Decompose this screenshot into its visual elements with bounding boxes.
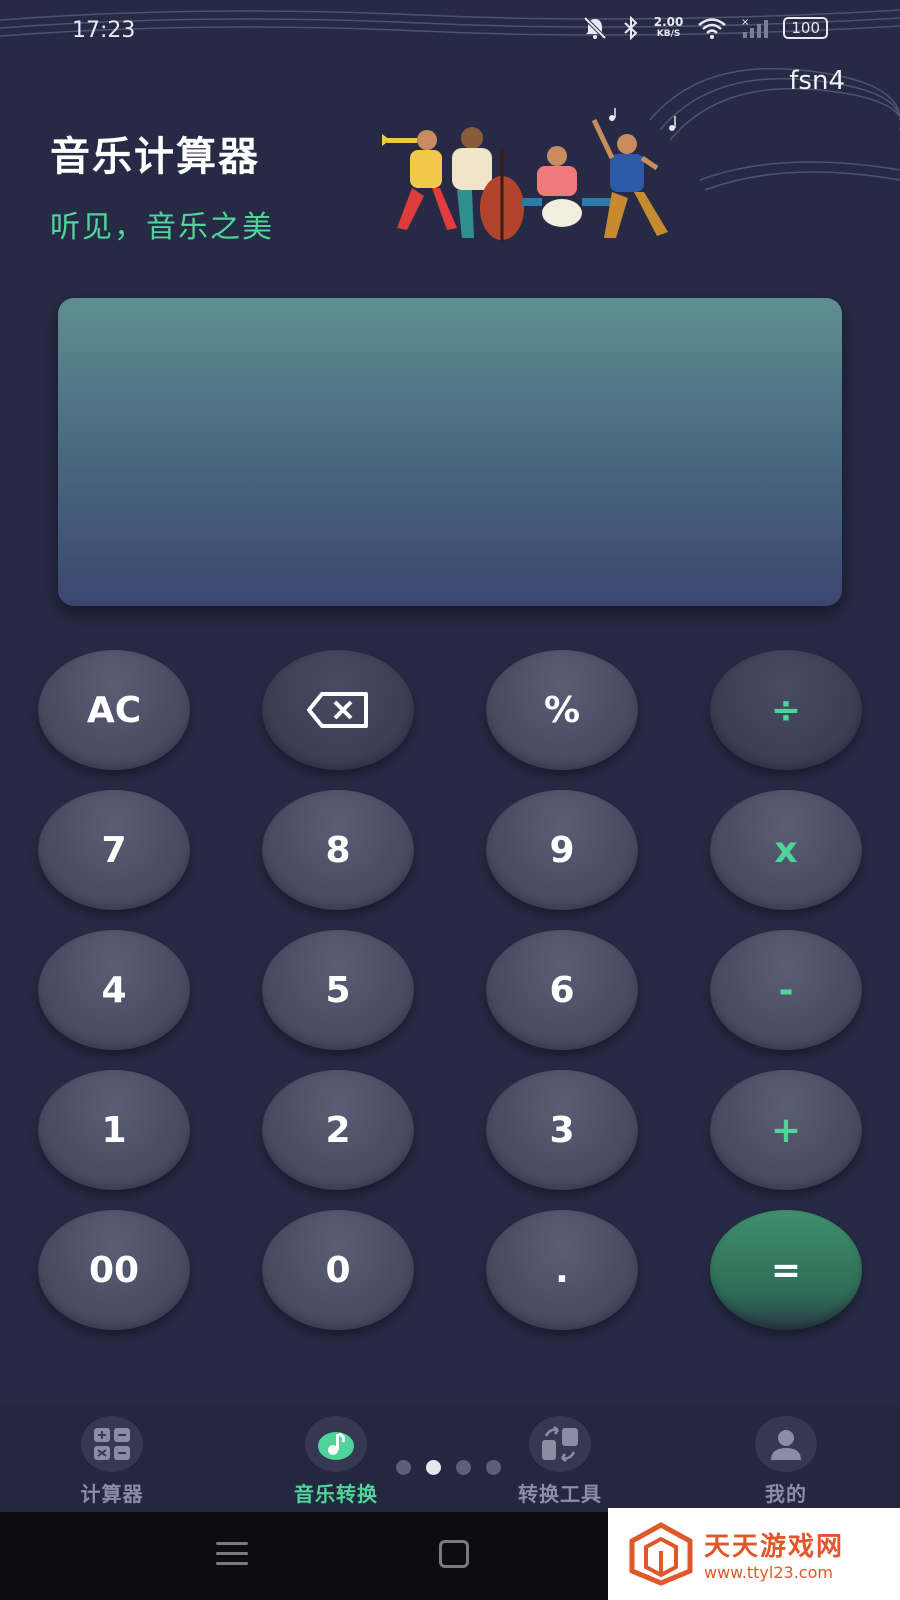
- status-icons: 2.00 KB/S × 100: [582, 16, 828, 40]
- page-dot-active[interactable]: [426, 1460, 441, 1475]
- key-9[interactable]: 9: [486, 790, 638, 910]
- net-speed: 2.00 KB/S: [654, 16, 684, 40]
- key-divide[interactable]: ÷: [710, 650, 862, 770]
- page-dot[interactable]: [396, 1460, 411, 1475]
- music-note-icon: [305, 1416, 367, 1472]
- key-minus[interactable]: -: [710, 930, 862, 1050]
- singer-figure: [591, 118, 668, 238]
- trumpet-player-figure: [382, 130, 457, 230]
- bottom-nav: 计算器 音乐转换 转换工具 我的: [0, 1404, 900, 1512]
- convert-icon: [529, 1416, 591, 1472]
- backspace-icon: [307, 692, 368, 728]
- profile-icon: [755, 1416, 817, 1472]
- key-decimal[interactable]: .: [486, 1210, 638, 1330]
- status-time: 17:23: [72, 18, 136, 43]
- page-dot[interactable]: [486, 1460, 501, 1475]
- band-illustration: [382, 108, 676, 243]
- music-notes-decoration: [609, 108, 676, 131]
- net-speed-unit: KB/S: [656, 29, 681, 39]
- svg-text:×: ×: [741, 17, 749, 28]
- key-3[interactable]: 3: [486, 1070, 638, 1190]
- key-ac[interactable]: AC: [38, 650, 190, 770]
- key-multiply[interactable]: x: [710, 790, 862, 910]
- page-dot[interactable]: [456, 1460, 471, 1475]
- signal-icon: ×: [741, 17, 769, 38]
- app-title: 音乐计算器: [50, 134, 260, 180]
- key-equals[interactable]: =: [710, 1210, 862, 1330]
- calculator-display: [58, 298, 842, 606]
- battery-indicator: 100: [783, 17, 828, 39]
- key-0[interactable]: 0: [262, 1210, 414, 1330]
- nav-label-convert-tools: 转换工具: [518, 1482, 602, 1506]
- user-name[interactable]: fsn4: [789, 66, 845, 96]
- page-indicator: [396, 1460, 501, 1475]
- nav-item-profile[interactable]: 我的: [726, 1416, 846, 1507]
- net-speed-value: 2.00: [653, 15, 684, 29]
- nav-item-calculator[interactable]: 计算器: [52, 1416, 172, 1507]
- watermark: 天天游戏网 www.ttyl23.com: [608, 1508, 900, 1600]
- menu-icon[interactable]: [216, 1542, 248, 1572]
- key-7[interactable]: 7: [38, 790, 190, 910]
- wifi-icon: [698, 18, 727, 39]
- nav-item-music-convert[interactable]: 音乐转换: [276, 1416, 396, 1507]
- bluetooth-icon: [624, 16, 638, 40]
- watermark-title: 天天游戏网: [704, 1532, 845, 1562]
- key-8[interactable]: 8: [262, 790, 414, 910]
- key-2[interactable]: 2: [262, 1070, 414, 1190]
- watermark-url: www.ttyl23.com: [704, 1563, 833, 1582]
- key-1[interactable]: 1: [38, 1070, 190, 1190]
- app-subtitle: 听见，音乐之美: [50, 210, 274, 245]
- home-icon[interactable]: [439, 1540, 469, 1568]
- key-backspace[interactable]: [262, 650, 414, 770]
- key-4[interactable]: 4: [38, 930, 190, 1050]
- nav-label-profile: 我的: [765, 1482, 807, 1506]
- calculator-icon: [81, 1416, 143, 1472]
- drummer-figure: [522, 146, 612, 227]
- status-bar: 17:23 2.00 KB/S × 100: [0, 0, 900, 191]
- nav-label-music-convert: 音乐转换: [294, 1482, 378, 1506]
- bass-player-figure: [452, 127, 524, 243]
- key-percent[interactable]: %: [486, 650, 638, 770]
- nav-label-calculator: 计算器: [80, 1482, 144, 1506]
- key-plus[interactable]: +: [710, 1070, 862, 1190]
- key-6[interactable]: 6: [486, 930, 638, 1050]
- key-00[interactable]: 00: [38, 1210, 190, 1330]
- nav-item-convert-tools[interactable]: 转换工具: [500, 1416, 620, 1507]
- mute-bell-icon: [583, 16, 607, 40]
- key-5[interactable]: 5: [262, 930, 414, 1050]
- watermark-logo-icon: [629, 1522, 693, 1586]
